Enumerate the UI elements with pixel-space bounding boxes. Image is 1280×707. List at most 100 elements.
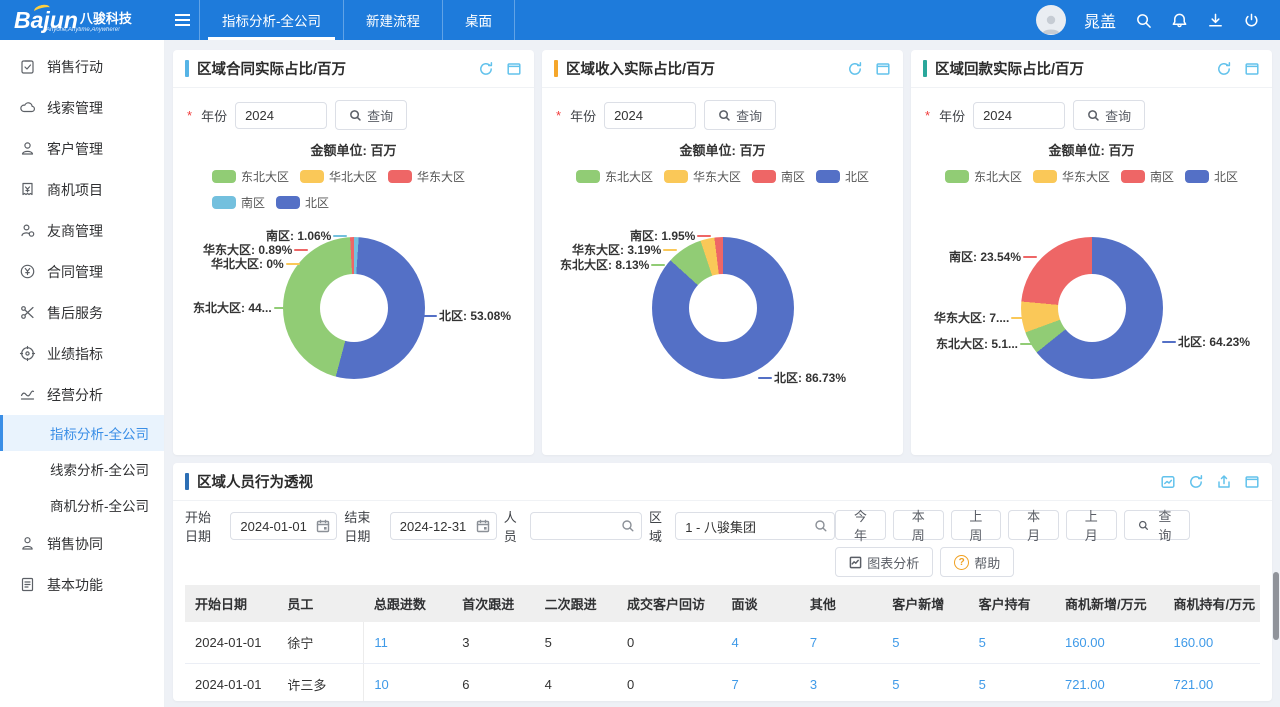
- year-input[interactable]: [604, 102, 696, 129]
- page-scrollbar-thumb[interactable]: [1273, 572, 1279, 640]
- help-icon: ?: [954, 555, 969, 570]
- table-column-header: 员工: [277, 585, 363, 622]
- search-icon[interactable]: [1134, 11, 1152, 29]
- bell-icon[interactable]: [1170, 11, 1188, 29]
- download-icon[interactable]: [1206, 11, 1224, 29]
- legend-item[interactable]: 华东大区: [664, 168, 741, 185]
- table-link-cell[interactable]: 7: [721, 664, 799, 702]
- this-week-button[interactable]: 本周: [893, 510, 944, 540]
- table-link-cell[interactable]: 721.00: [1055, 664, 1164, 702]
- table-link-cell[interactable]: 3: [800, 664, 882, 702]
- year-input[interactable]: [235, 102, 327, 129]
- menu-toggle-icon[interactable]: [165, 0, 199, 40]
- query-button-label: 查询: [1154, 506, 1176, 544]
- sidebar-item-partners[interactable]: 友商管理: [0, 210, 164, 251]
- sidebar-subitem-opportunity-analysis[interactable]: 商机分析-全公司: [0, 487, 164, 523]
- table-link-cell[interactable]: 5: [882, 664, 968, 702]
- sidebar-item-business-analysis[interactable]: 经营分析: [0, 374, 164, 415]
- card-revenue-share: 区域收入实际占比/百万 * 年份 查询 金额单位: 百万: [542, 50, 903, 455]
- legend-item[interactable]: 东北大区: [576, 168, 653, 185]
- donut-chart[interactable]: [283, 237, 425, 379]
- table-link-cell[interactable]: 7: [800, 622, 882, 664]
- user-avatar[interactable]: [1036, 5, 1066, 35]
- username[interactable]: 晁盖: [1084, 8, 1116, 32]
- legend-item[interactable]: 北区: [816, 168, 869, 185]
- end-date-input[interactable]: [390, 512, 497, 540]
- query-button[interactable]: 查询: [704, 100, 776, 130]
- legend-item[interactable]: 东北大区: [212, 168, 289, 185]
- sidebar-subitem-indicator-analysis[interactable]: 指标分析-全公司: [0, 415, 164, 451]
- maximize-icon[interactable]: [1244, 474, 1260, 490]
- help-button[interactable]: ? 帮助: [940, 547, 1014, 577]
- donut-hole: [689, 274, 757, 342]
- start-date-input[interactable]: [230, 512, 337, 540]
- table-link-cell[interactable]: 160.00: [1055, 622, 1164, 664]
- maximize-icon[interactable]: [506, 61, 522, 77]
- maximize-icon[interactable]: [875, 61, 891, 77]
- topbar: Bajun 八骏科技 Anyone,Anytime,Anywhere! 指标分析…: [0, 0, 1280, 40]
- query-button[interactable]: 查询: [1124, 510, 1190, 540]
- table-link-cell[interactable]: 11: [364, 622, 452, 664]
- legend-swatch: [276, 196, 300, 209]
- last-week-button[interactable]: 上周: [951, 510, 1002, 540]
- sidebar-item-sales-action[interactable]: 销售行动: [0, 46, 164, 87]
- legend-item[interactable]: 南区: [1121, 168, 1174, 185]
- sidebar-subitem-label: 指标分析-全公司: [50, 423, 149, 443]
- chart-view-icon[interactable]: [1160, 474, 1176, 490]
- receipt-yen-icon: [19, 181, 36, 198]
- legend-item[interactable]: 华东大区: [388, 168, 465, 185]
- legend-label: 北区: [305, 194, 329, 211]
- table-column-header: 开始日期: [185, 585, 277, 622]
- sidebar-item-basic-functions[interactable]: 基本功能: [0, 564, 164, 605]
- legend-item[interactable]: 南区: [212, 194, 265, 211]
- export-icon[interactable]: [1216, 474, 1232, 490]
- chart-analysis-button[interactable]: 图表分析: [835, 547, 933, 577]
- table-link-cell[interactable]: 4: [721, 622, 799, 664]
- donut-chart[interactable]: [652, 237, 794, 379]
- table-link-cell[interactable]: 10: [364, 664, 452, 702]
- legend-item[interactable]: 北区: [276, 194, 329, 211]
- refresh-icon[interactable]: [1188, 474, 1204, 490]
- this-year-button[interactable]: 今年: [835, 510, 886, 540]
- sidebar-item-customers[interactable]: 客户管理: [0, 128, 164, 169]
- table-link-cell[interactable]: 5: [882, 622, 968, 664]
- table-link-cell[interactable]: 5: [969, 622, 1055, 664]
- legend-item[interactable]: 北区: [1185, 168, 1238, 185]
- table-link-cell[interactable]: 5: [969, 664, 1055, 702]
- donut-chart[interactable]: [1021, 237, 1163, 379]
- query-button[interactable]: 查询: [335, 100, 407, 130]
- sidebar-item-leads[interactable]: 线索管理: [0, 87, 164, 128]
- legend-item[interactable]: 南区: [752, 168, 805, 185]
- last-month-button[interactable]: 上月: [1066, 510, 1117, 540]
- legend-item[interactable]: 华东大区: [1033, 168, 1110, 185]
- table-link-cell[interactable]: 721.00: [1163, 664, 1260, 702]
- table-link-cell[interactable]: 160.00: [1163, 622, 1260, 664]
- sidebar-item-label: 基本功能: [47, 575, 103, 595]
- refresh-icon[interactable]: [1216, 61, 1232, 77]
- region-input[interactable]: [675, 512, 835, 540]
- legend-item[interactable]: 东北大区: [945, 168, 1022, 185]
- tab-new-process[interactable]: 新建流程: [344, 0, 443, 40]
- person-input[interactable]: [530, 512, 642, 540]
- power-icon[interactable]: [1242, 11, 1260, 29]
- maximize-icon[interactable]: [1244, 61, 1260, 77]
- refresh-icon[interactable]: [847, 61, 863, 77]
- table-row: 2024-01-01许三多106407355721.00721.00: [185, 664, 1260, 702]
- tab-indicator-analysis[interactable]: 指标分析-全公司: [200, 0, 344, 40]
- legend-item[interactable]: 华北大区: [300, 168, 377, 185]
- sidebar-item-contracts[interactable]: 合同管理: [0, 251, 164, 292]
- query-button[interactable]: 查询: [1073, 100, 1145, 130]
- sidebar-subitem-leads-analysis[interactable]: 线索分析-全公司: [0, 451, 164, 487]
- slice-label: 北区: 64.23%: [1162, 333, 1250, 350]
- sidebar-item-opportunities[interactable]: 商机项目: [0, 169, 164, 210]
- table-column-header: 客户持有: [969, 585, 1055, 622]
- refresh-icon[interactable]: [478, 61, 494, 77]
- year-input[interactable]: [973, 102, 1065, 129]
- sidebar-item-sales-collaboration[interactable]: 销售协同: [0, 523, 164, 564]
- legend-swatch: [212, 196, 236, 209]
- sidebar-item-kpi[interactable]: 业绩指标: [0, 333, 164, 374]
- table-column-header: 成交客户回访: [617, 585, 721, 622]
- tab-desktop[interactable]: 桌面: [443, 0, 515, 40]
- sidebar-item-after-sales[interactable]: 售后服务: [0, 292, 164, 333]
- this-month-button[interactable]: 本月: [1008, 510, 1059, 540]
